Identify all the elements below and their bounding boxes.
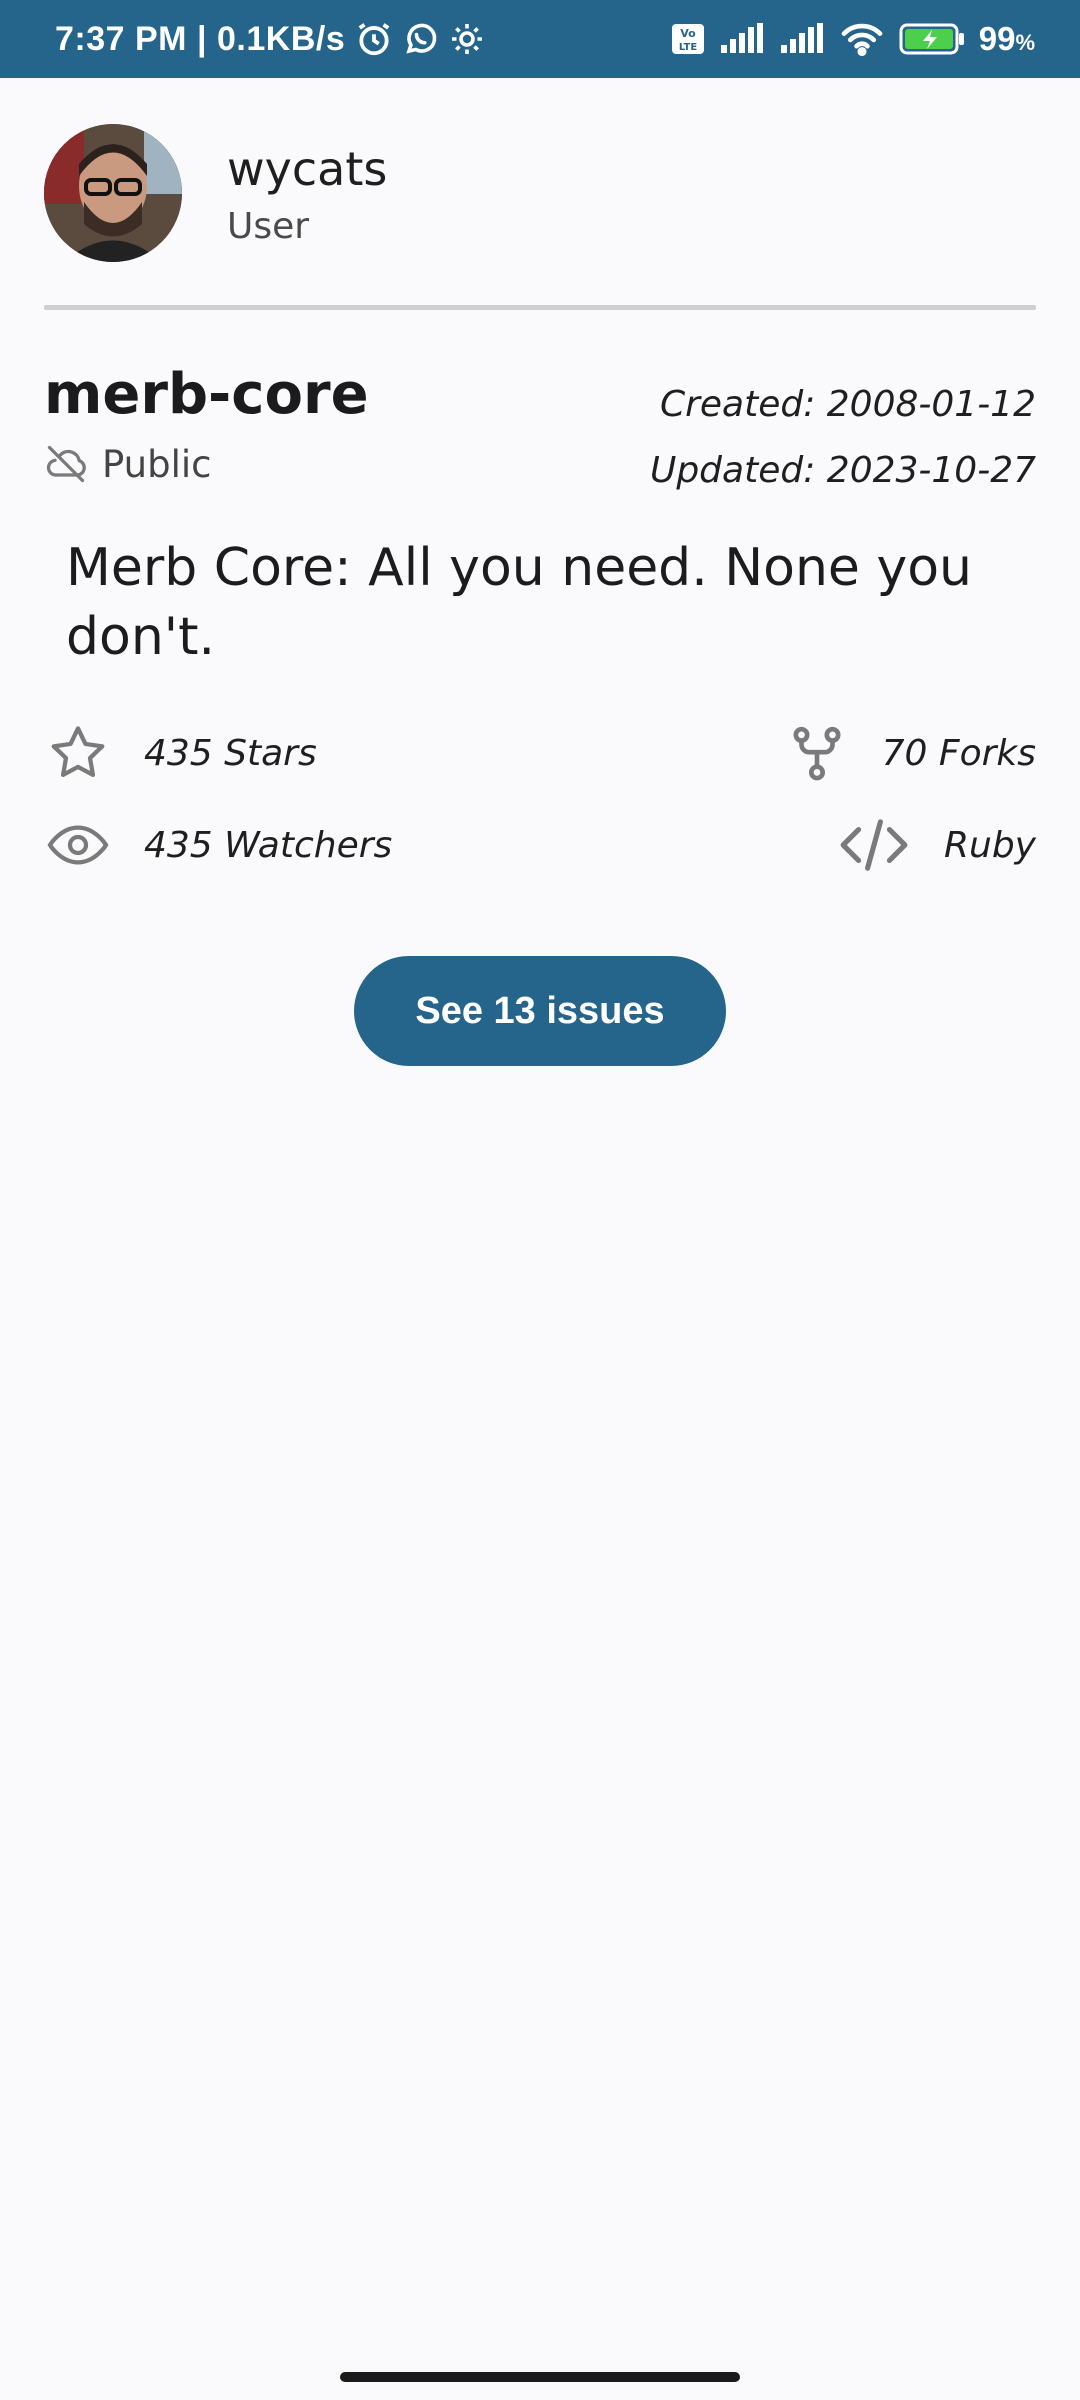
- cloud-off-icon: [44, 442, 88, 486]
- owner-header[interactable]: wycats User: [44, 124, 1036, 262]
- status-bar: 7:37 PM | 0.1KB/s Vo LTE 99%: [0, 0, 1080, 78]
- volte-icon: Vo LTE: [671, 23, 705, 55]
- status-bar-right: Vo LTE 99%: [671, 0, 1035, 78]
- code-icon: [838, 814, 910, 876]
- fork-icon: [786, 722, 848, 784]
- alarm-icon: [355, 20, 393, 58]
- forks-stat: 70 Forks: [786, 718, 1036, 788]
- owner-type: User: [227, 206, 310, 247]
- settings-icon: [449, 21, 485, 57]
- wifi-icon: [839, 21, 885, 57]
- status-separator: |: [197, 19, 208, 58]
- stars-count: 435 Stars: [144, 732, 317, 774]
- watchers-stat: 435 Watchers: [46, 810, 392, 880]
- created-date: Created: 2008-01-12: [659, 384, 1036, 425]
- visibility-indicator: Public: [44, 438, 212, 490]
- forks-count: 70 Forks: [881, 732, 1036, 774]
- clock: 7:37 PM: [55, 19, 187, 58]
- divider: [44, 305, 1036, 310]
- svg-text:LTE: LTE: [679, 42, 698, 53]
- battery-percent: 99%: [978, 20, 1035, 57]
- avatar[interactable]: [44, 124, 182, 262]
- status-bar-left: 7:37 PM | 0.1KB/s: [55, 0, 485, 78]
- network-speed: 0.1KB/s: [217, 19, 346, 58]
- home-indicator[interactable]: [340, 2372, 740, 2382]
- star-icon: [46, 721, 110, 785]
- signal-icon: [779, 23, 825, 55]
- repo-name: merb-core: [44, 362, 369, 427]
- see-issues-button[interactable]: See 13 issues: [354, 956, 726, 1066]
- owner-name: wycats: [227, 142, 388, 196]
- eye-icon: [46, 813, 110, 877]
- visibility-label: Public: [102, 442, 212, 486]
- signal-icon: [719, 23, 765, 55]
- language-stat: Ruby: [838, 810, 1036, 880]
- stars-stat: 435 Stars: [46, 718, 317, 788]
- language-label: Ruby: [944, 824, 1036, 866]
- svg-text:Vo: Vo: [680, 27, 696, 40]
- repo-dates: Created: 2008-01-12 Updated: 2023-10-27: [650, 372, 1036, 504]
- whatsapp-icon: [403, 21, 439, 57]
- watchers-count: 435 Watchers: [144, 824, 393, 866]
- repo-description: Merb Core: All you need. None you don't.: [66, 538, 972, 667]
- updated-date: Updated: 2023-10-27: [649, 450, 1036, 491]
- battery-charging-icon: [899, 22, 965, 56]
